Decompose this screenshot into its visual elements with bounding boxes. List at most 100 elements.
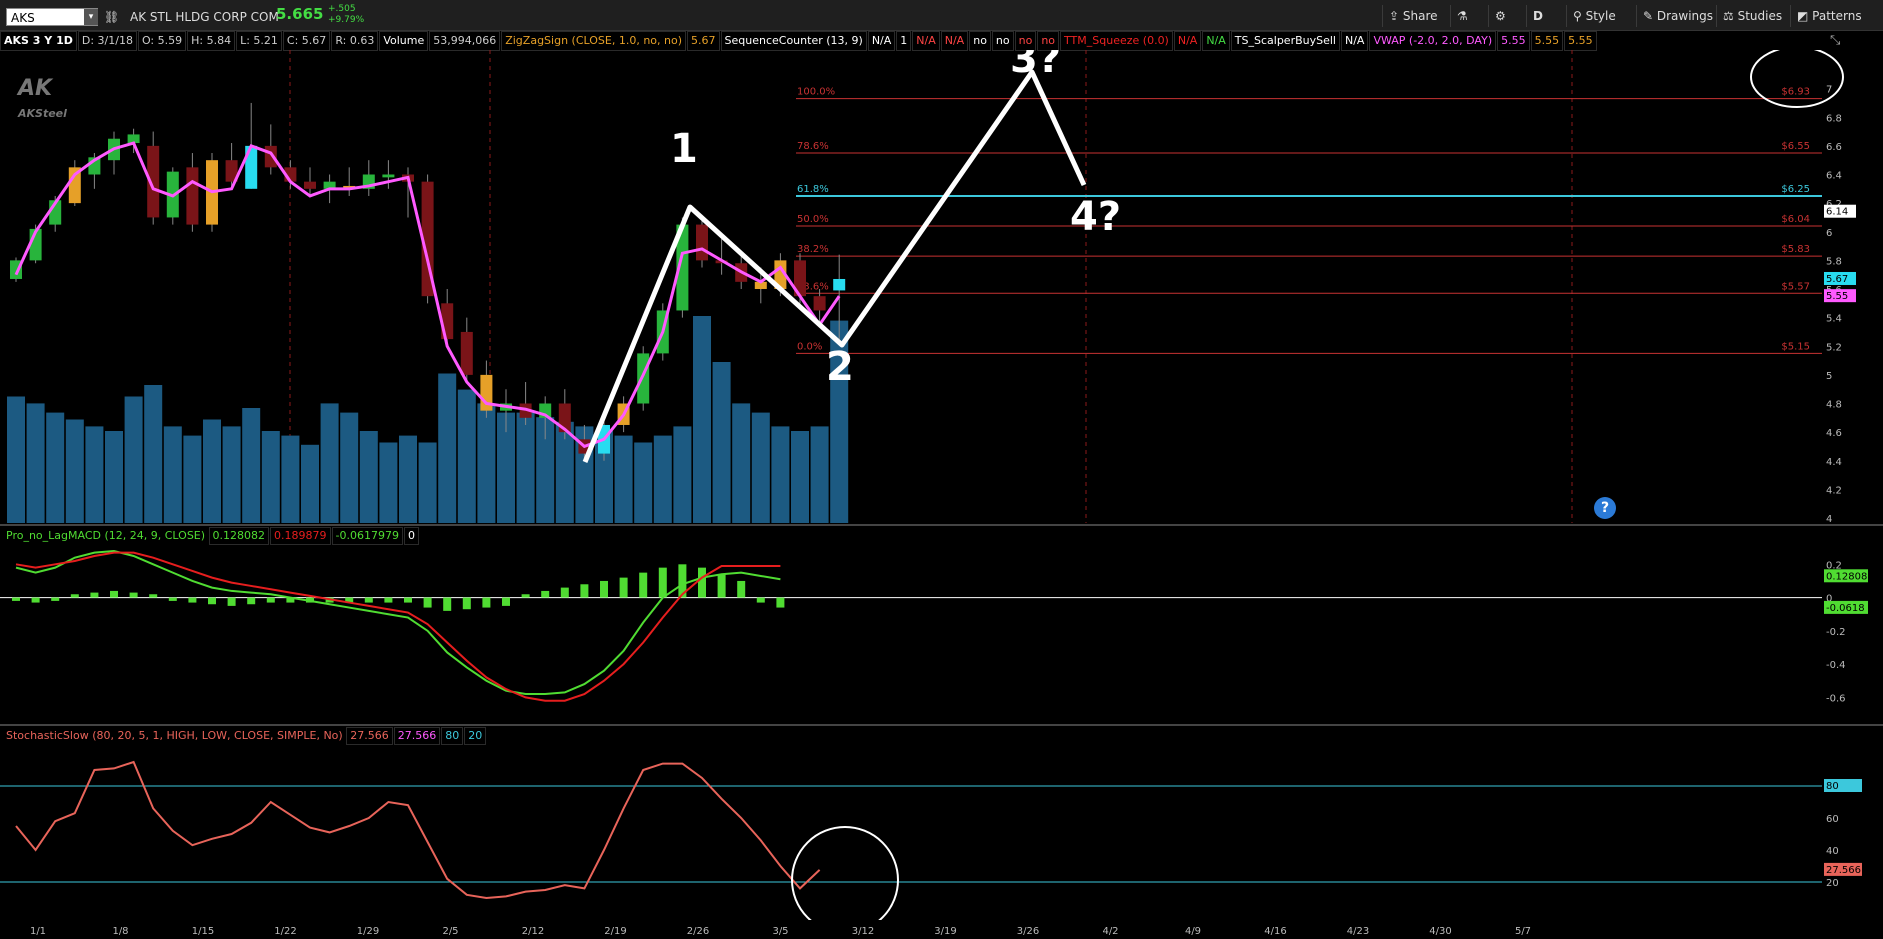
candle-body [460, 331, 473, 375]
macd-title[interactable]: Pro_no_LagMACD (12, 24, 9, CLOSE) [6, 529, 205, 542]
scalper-study[interactable]: TS_ScalperBuySell [1230, 31, 1340, 51]
drawing-mode-button[interactable]: D [1526, 5, 1549, 27]
close-value: C: 5.67 [282, 31, 331, 51]
price-tick-label: 4.2 [1826, 485, 1842, 496]
macd-hist-bar [423, 597, 432, 608]
stoch-title[interactable]: StochasticSlow (80, 20, 5, 1, HIGH, LOW,… [6, 729, 343, 742]
flask-button[interactable]: ⚗ [1450, 5, 1474, 27]
share-button[interactable]: ⇪ Share [1382, 5, 1444, 27]
panel-divider[interactable] [0, 524, 1883, 526]
macd-hist-bar [90, 592, 99, 598]
macd-diff: -0.0617979 [331, 527, 404, 545]
macd-avg: 0.189879 [270, 527, 331, 545]
volume-bar [751, 412, 770, 523]
volume-bar [301, 444, 319, 523]
volume-bar [693, 316, 711, 523]
share-label: Share [1402, 9, 1438, 23]
drawings-label: Drawings [1656, 9, 1714, 23]
date-tick-label: 1/8 [112, 926, 128, 937]
aksteel-logo: AK AKSteel [18, 76, 67, 121]
date-tick-label: 3/19 [934, 926, 956, 937]
flask-icon: ⚗ [1457, 9, 1468, 23]
volume-bar [477, 403, 496, 523]
price-tick-label: 7 [1826, 85, 1832, 96]
macd-hist-bar [227, 597, 236, 606]
macd-tick-label: -0.4 [1826, 660, 1846, 671]
price-tick-label: 4.8 [1826, 400, 1842, 411]
macd-hist-bar [51, 597, 60, 601]
volume-bar [7, 396, 25, 523]
macd-hist-bar [208, 597, 216, 605]
macd-hist-bar [168, 597, 177, 601]
volume-bar [634, 442, 653, 523]
panel-divider-2[interactable] [0, 724, 1883, 726]
seq-val-5: no [969, 31, 991, 51]
style-button[interactable]: ⚲ Style [1566, 5, 1622, 27]
date-tick-label: 4/16 [1264, 926, 1286, 937]
macd-hist-bar [129, 592, 138, 598]
collapse-icon[interactable]: ⤡ [1830, 33, 1840, 48]
volume-bar [144, 385, 163, 523]
volume-bar [85, 426, 104, 523]
settings-button[interactable]: ⚙ [1488, 5, 1512, 27]
price-chart[interactable]: 100.0% $6.9378.6% $6.5561.8% $6.2550.0% $6.0… [0, 50, 1883, 523]
seq-val-1: N/A [867, 31, 896, 51]
macd-hist-bar [247, 597, 256, 605]
patterns-button[interactable]: ◩ Patterns [1790, 5, 1868, 27]
stoch-tag-label: 27.566 [1826, 865, 1861, 876]
help-icon[interactable]: ? [1594, 497, 1616, 519]
link-icon[interactable]: ⛓ [104, 9, 119, 25]
drawing-mode-label: D [1533, 9, 1543, 23]
fib-price-label: $5.57 [1781, 281, 1810, 292]
macd-hist-bar [619, 577, 628, 598]
macd-hist-bar [600, 580, 608, 598]
share-icon: ⇪ [1389, 9, 1403, 23]
volume-bar [261, 431, 280, 523]
volume-label[interactable]: Volume [379, 31, 429, 51]
fib-price-label: $5.83 [1781, 244, 1810, 255]
fib-price-label: $6.25 [1781, 184, 1810, 195]
volume-bar [712, 362, 731, 523]
ttm-study[interactable]: TTM_Squeeze (0.0) [1060, 31, 1173, 51]
symbol-dropdown-icon[interactable]: ▾ [84, 9, 98, 25]
macd-hist-bar [717, 574, 726, 598]
macd-hist-bar [658, 567, 667, 598]
volume-bar [810, 426, 829, 523]
date-tick-label: 1/22 [274, 926, 296, 937]
fib-price-label: $5.15 [1781, 341, 1810, 352]
drawings-icon: ✎ [1643, 9, 1657, 23]
macd-hist-bar [776, 597, 785, 608]
macd-hist-bar [364, 597, 373, 603]
volume-bar [418, 442, 437, 523]
studies-button[interactable]: ⚖ Studies [1716, 5, 1788, 27]
price-tick-label: 6.6 [1826, 142, 1842, 153]
price-tick-label: 5.8 [1826, 256, 1842, 267]
price-tick-label: 6.4 [1826, 171, 1842, 182]
zigzag-study[interactable]: ZigZagSign (CLOSE, 1.0, no, no) [501, 31, 687, 51]
style-label: Style [1585, 9, 1616, 23]
price-tick-label: 5.2 [1826, 342, 1842, 353]
volume-bar [281, 435, 300, 523]
chart-title[interactable]: AKS 3 Y 1D [0, 31, 77, 51]
drawings-button[interactable]: ✎ Drawings [1636, 5, 1719, 27]
sequence-study[interactable]: SequenceCounter (13, 9) [720, 31, 867, 51]
volume-bar [399, 435, 417, 523]
volume-bar [26, 403, 45, 523]
macd-hist-bar [188, 597, 197, 603]
volume-bar [791, 431, 809, 523]
stochastic-chart[interactable]: 806040208027.566 [0, 744, 1883, 920]
macd-header: Pro_no_LagMACD (12, 24, 9, CLOSE) 0.1280… [6, 527, 420, 545]
ttm-value: N/A [1173, 31, 1202, 51]
company-name: AK STL HLDG CORP COM [130, 10, 279, 24]
candle-body [833, 278, 846, 291]
macd-hist-bar [756, 597, 765, 603]
macd-hist-bar [560, 587, 569, 598]
stoch-tick-label: 20 [1826, 878, 1839, 889]
macd-hist-bar [502, 597, 510, 606]
vwap-study[interactable]: VWAP (-2.0, 2.0, DAY) [1369, 31, 1497, 51]
macd-chart[interactable]: 0.20-0.2-0.4-0.60.12808-0.0618 [0, 544, 1883, 724]
macd-hist-bar [404, 597, 412, 603]
macd-hist-bar [149, 594, 158, 598]
stoch-ob: 80 [441, 727, 464, 745]
date-tick-label: 5/7 [1515, 926, 1531, 937]
